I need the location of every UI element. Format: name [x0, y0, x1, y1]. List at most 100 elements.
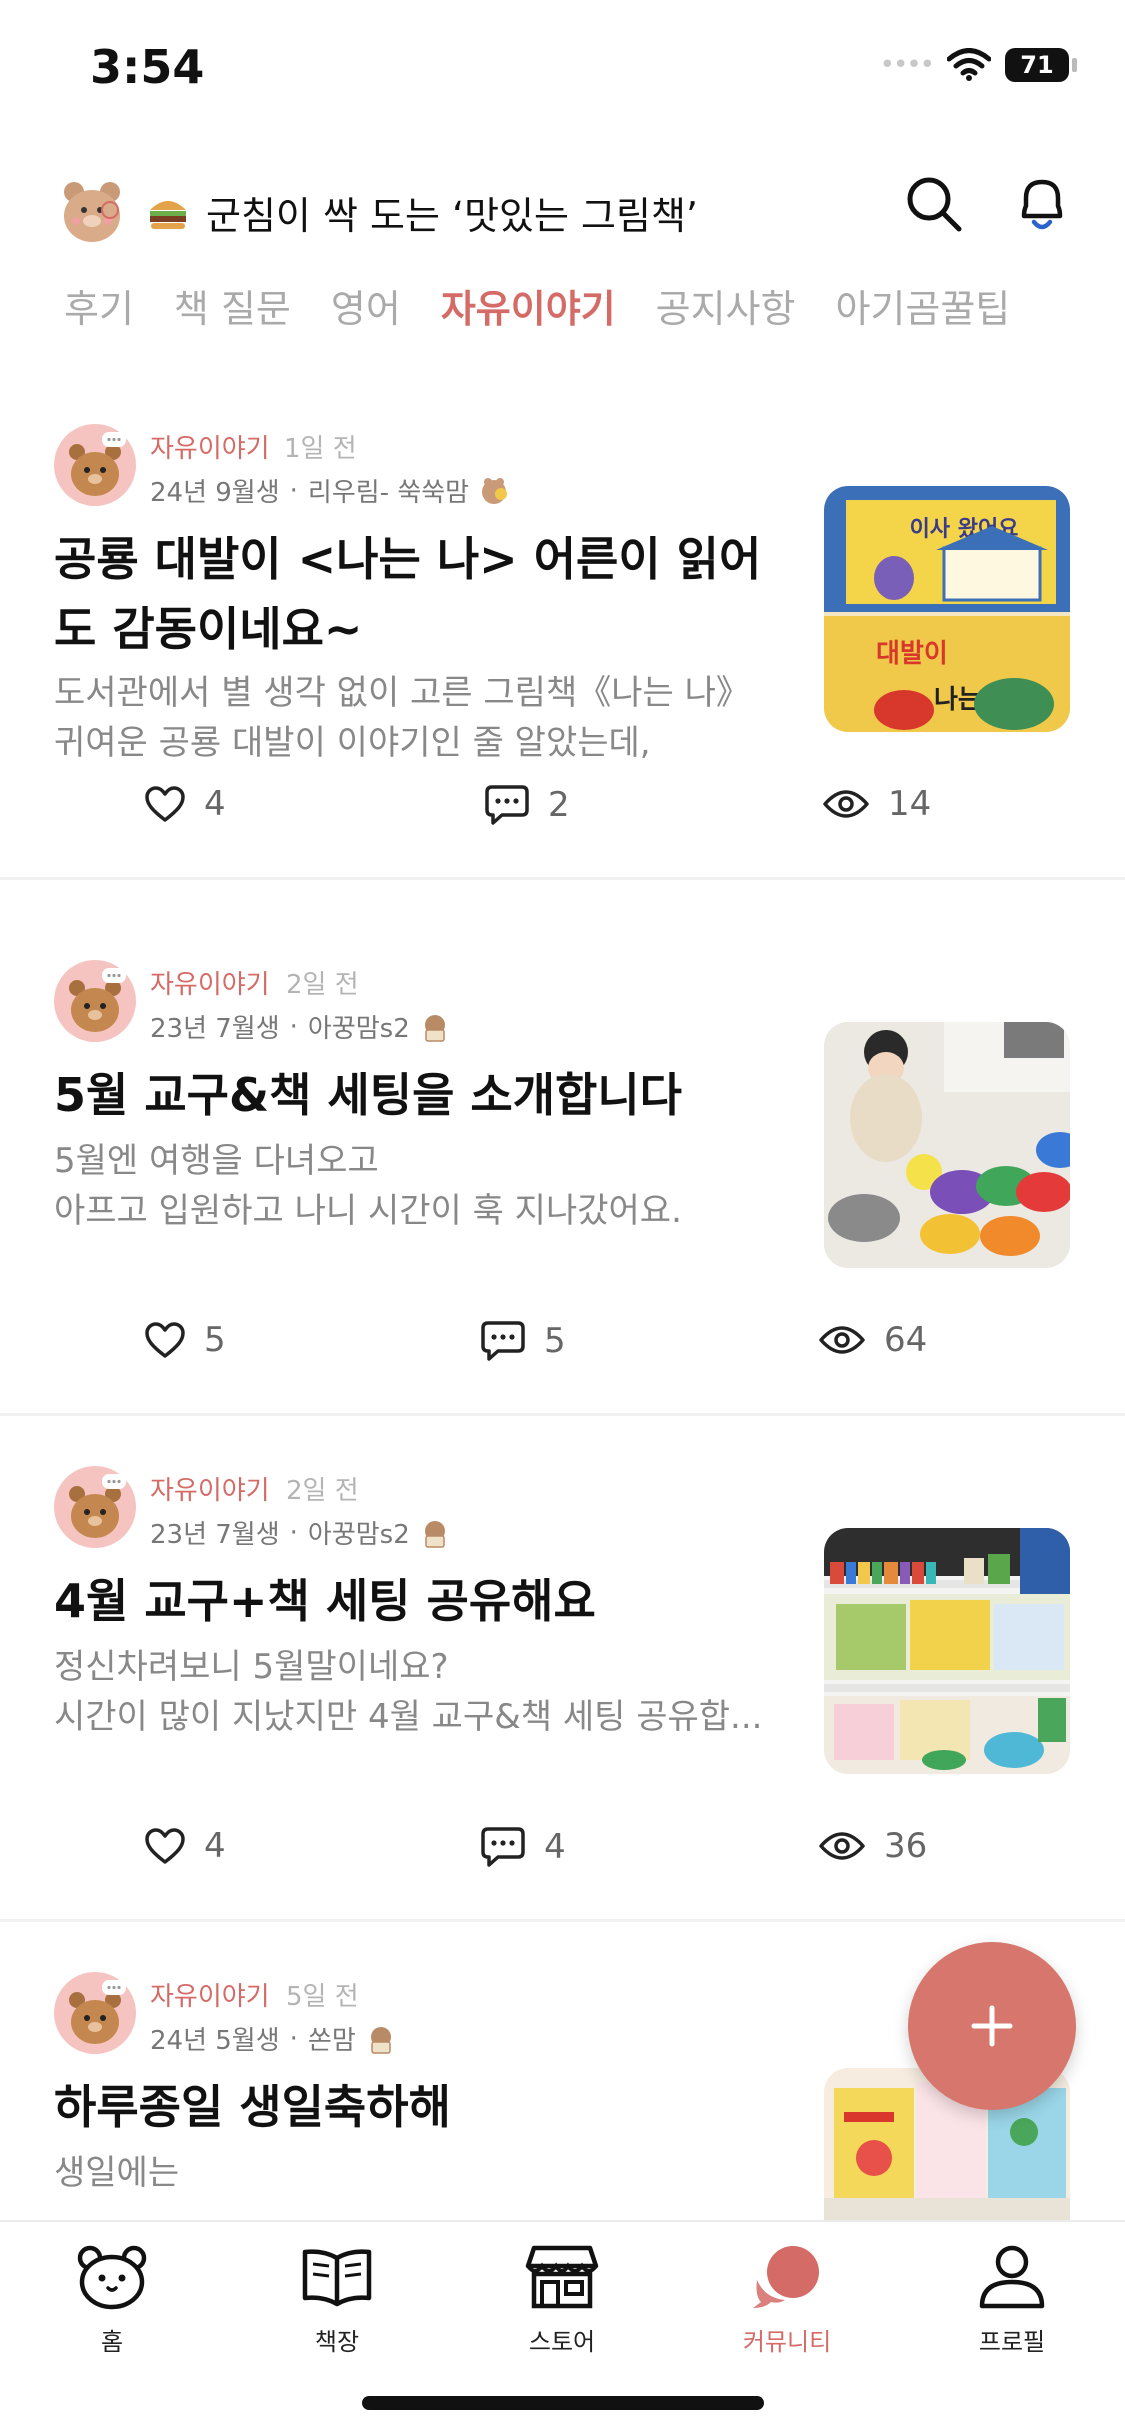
post-stats: 4 2 14 [0, 784, 1125, 844]
comment-count: 4 [544, 1827, 566, 1867]
notification-button[interactable] [1006, 168, 1078, 240]
post-category: 자유이야기 [150, 1982, 270, 2012]
nav-label: 스토어 [528, 2328, 596, 2356]
post-title: 하루종일 생일축하해 [54, 2080, 451, 2134]
eye-icon [823, 790, 869, 818]
header-title-group[interactable]: 군침이 싹 도는 ‘맛있는 그림책’ [54, 174, 698, 250]
bear-home-icon [77, 2245, 147, 2310]
tab-english[interactable]: 영어 [331, 278, 401, 333]
nav-label: 커뮤니티 [742, 2328, 832, 2356]
child-birth: 23년 7월생 [150, 1520, 280, 1550]
header: 군침이 싹 도는 ‘맛있는 그림책’ [0, 160, 1125, 270]
search-icon [907, 177, 962, 232]
separator: · [289, 1011, 298, 1042]
avatar [54, 960, 136, 1042]
home-indicator[interactable] [362, 2396, 764, 2410]
view-count: 36 [884, 1826, 928, 1866]
post-time: 1일 전 [284, 434, 357, 464]
nav-community[interactable]: 커뮤니티 [707, 2244, 867, 2357]
author-name[interactable]: 쏜맘 [308, 2020, 356, 2057]
bear-mascot-icon [64, 182, 120, 242]
svg-text:대발이: 대발이 [876, 639, 948, 669]
post-time: 2일 전 [286, 970, 359, 1000]
post-excerpt: 5월엔 여행을 다녀오고 아프고 입원하고 나니 시간이 훅 지나갔어요. [54, 1141, 682, 1231]
post-category: 자유이야기 [150, 434, 270, 464]
post-card[interactable]: 자유이야기 2일 전 23년 7월생 · 아꿍맘s2 4월 교구+책 세팅 공유… [0, 1416, 1125, 1922]
tab-free-talk[interactable]: 자유이야기 [441, 278, 616, 333]
post-excerpt: 정신차려보니 5월말이네요? 시간이 많이 지났지만 4월 교구&책 세팅 공유… [54, 1647, 763, 1737]
post-category: 자유이야기 [150, 970, 270, 1000]
post-title: 공룡 대발이 <나는 나> 어른이 읽어 도 감동이네요~ [54, 532, 762, 656]
post-stats: 4 4 36 [0, 1826, 1125, 1886]
search-button[interactable] [898, 168, 970, 240]
post-thumbnail[interactable] [824, 1022, 1070, 1268]
like-button[interactable]: 4 [144, 1826, 226, 1866]
avatar [54, 424, 136, 506]
post-title: 5월 교구&책 세팅을 소개합니다 [54, 1068, 683, 1122]
person-icon [979, 2245, 1045, 2309]
category-tabs: 후기 책 질문 영어 자유이야기 공지사항 아기곰꿀팁 [64, 278, 1010, 333]
comment-button[interactable]: 4 [480, 1826, 566, 1868]
community-screen: 3:54 •••• 71 군침이 싹 도는 ‘맛있는 그림책’ 후기 책 질문 … [0, 0, 1125, 2436]
tab-review[interactable]: 후기 [64, 278, 134, 333]
author-line: 24년 5월생 · 쏜맘 [150, 2020, 396, 2057]
child-birth: 24년 5월생 [150, 2026, 280, 2056]
cellular-signal-icon: •••• [879, 50, 935, 80]
view-count-group: 64 [818, 1320, 927, 1360]
nav-bookshelf[interactable]: 책장 [257, 2244, 417, 2357]
post-excerpt: 생일에는 [54, 2153, 180, 2193]
post-card[interactable]: 자유이야기 2일 전 23년 7월생 · 아꿍맘s2 5월 교구&책 세팅을 소… [0, 910, 1125, 1416]
post-card[interactable]: 자유이야기 1일 전 24년 9월생 · 리우림- 쑥쑥맘 공룡 대발이 <나는… [0, 374, 1125, 880]
eye-icon [819, 1326, 865, 1354]
view-count: 14 [888, 784, 932, 824]
like-count: 4 [204, 784, 226, 824]
store-icon [525, 2245, 599, 2309]
comment-icon [485, 785, 529, 825]
separator: · [289, 1517, 298, 1548]
like-button[interactable]: 4 [144, 784, 226, 824]
author-line: 24년 9월생 · 리우림- 쑥쑥맘 [150, 472, 509, 509]
comment-button[interactable]: 5 [480, 1320, 566, 1362]
nav-store[interactable]: 스토어 [482, 2244, 642, 2357]
tab-book-question[interactable]: 책 질문 [174, 278, 291, 333]
plus-icon [971, 2005, 1013, 2047]
comment-button[interactable]: 2 [484, 784, 570, 826]
post-time: 5일 전 [286, 1982, 359, 2012]
level-badge-icon [424, 1520, 445, 1548]
write-post-button[interactable] [908, 1942, 1076, 2110]
view-count-group: 14 [822, 784, 931, 824]
view-count-group: 36 [818, 1826, 927, 1866]
nav-home[interactable]: 홈 [32, 2244, 192, 2357]
nav-profile[interactable]: 프로필 [932, 2244, 1092, 2357]
author-line: 23년 7월생 · 아꿍맘s2 [150, 1514, 450, 1551]
post-thumbnail[interactable]: 이사 왔어요 대발이 나는 나 [824, 486, 1070, 732]
child-birth: 24년 9월생 [150, 478, 280, 508]
bell-icon [1021, 179, 1063, 230]
like-count: 4 [204, 1826, 226, 1866]
author-name[interactable]: 리우림- 쑥쑥맘 [308, 472, 469, 509]
hamburger-icon [150, 201, 186, 229]
like-button[interactable]: 5 [144, 1320, 226, 1360]
tab-baby-bear-tips[interactable]: 아기곰꿀팁 [835, 278, 1010, 333]
post-stats: 5 5 64 [0, 1320, 1125, 1380]
header-title: 군침이 싹 도는 ‘맛있는 그림책’ [206, 193, 698, 238]
post-category: 자유이야기 [150, 1476, 270, 1506]
comment-count: 2 [548, 785, 570, 825]
post-thumbnail[interactable] [824, 1528, 1070, 1774]
level-badge-icon [482, 477, 508, 504]
status-bar: 3:54 •••• 71 [0, 0, 1125, 140]
eye-icon [819, 1832, 865, 1860]
post-time: 2일 전 [286, 1476, 359, 1506]
like-count: 5 [204, 1320, 226, 1360]
comment-count: 5 [544, 1321, 566, 1361]
view-count: 64 [884, 1320, 928, 1360]
author-name[interactable]: 아꿍맘s2 [308, 1008, 410, 1045]
author-name[interactable]: 아꿍맘s2 [308, 1514, 410, 1551]
tab-notice[interactable]: 공지사항 [656, 278, 796, 333]
status-icons: •••• 71 [880, 48, 1077, 82]
avatar [54, 1972, 136, 2054]
separator: · [289, 475, 298, 506]
comment-icon [481, 1321, 525, 1361]
battery-icon: 71 [1005, 48, 1077, 82]
author-line: 23년 7월생 · 아꿍맘s2 [150, 1008, 450, 1045]
